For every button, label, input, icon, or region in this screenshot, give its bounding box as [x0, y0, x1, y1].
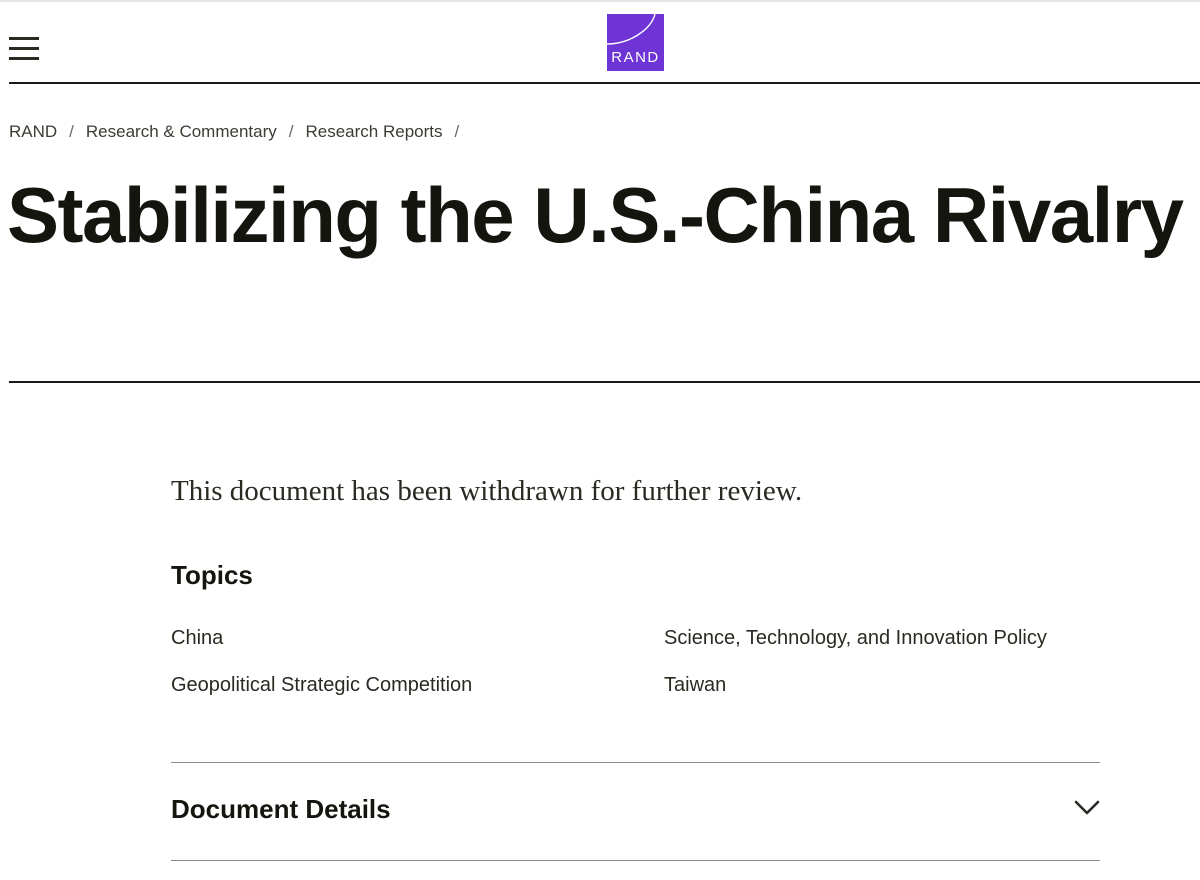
breadcrumb-link-research-reports[interactable]: Research Reports	[305, 122, 442, 142]
breadcrumb-link-rand[interactable]: RAND	[9, 122, 57, 142]
site-header: RAND	[9, 2, 1200, 84]
breadcrumb-link-research-commentary[interactable]: Research & Commentary	[86, 122, 277, 142]
document-details-toggle[interactable]: Document Details	[171, 763, 1100, 860]
title-divider	[9, 381, 1200, 383]
menu-bar	[9, 37, 39, 40]
page-title: Stabilizing the U.S.-China Rivalry	[7, 171, 1184, 259]
menu-bar	[9, 47, 39, 50]
page: RAND RAND / Research & Commentary / Rese…	[0, 0, 1200, 880]
menu-bar	[9, 57, 39, 60]
rand-logo[interactable]: RAND	[607, 14, 664, 71]
topic-link-science-technology-innovation-policy[interactable]: Science, Technology, and Innovation Poli…	[664, 627, 1047, 650]
breadcrumb: RAND / Research & Commentary / Research …	[9, 122, 471, 142]
breadcrumb-separator: /	[454, 122, 460, 141]
topic-link-geopolitical-strategic-competition[interactable]: Geopolitical Strategic Competition	[171, 674, 472, 697]
chevron-down-icon	[1074, 800, 1100, 815]
breadcrumb-separator: /	[69, 122, 74, 141]
breadcrumb-separator: /	[288, 122, 294, 141]
details-divider-bottom	[171, 860, 1100, 861]
document-details-label: Document Details	[171, 794, 391, 824]
topic-link-china[interactable]: China	[171, 627, 223, 650]
topic-link-taiwan[interactable]: Taiwan	[664, 674, 726, 697]
hamburger-menu-icon[interactable]	[9, 35, 39, 63]
withdrawn-notice: This document has been withdrawn for fur…	[171, 475, 803, 507]
topics-heading: Topics	[171, 560, 253, 590]
logo-text: RAND	[611, 49, 660, 66]
